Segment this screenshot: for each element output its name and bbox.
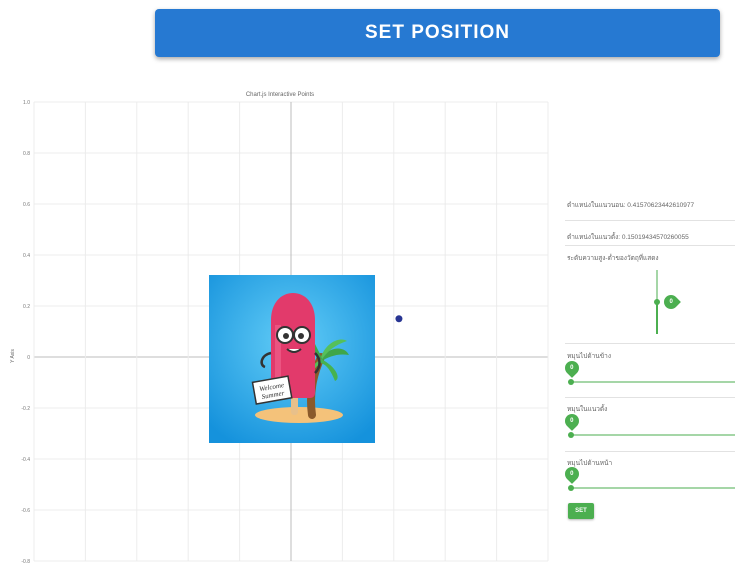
set-position-button[interactable]: SET POSITION (155, 9, 720, 57)
y-tick-label: 1.0 (23, 100, 30, 106)
rotate-side-slider-track[interactable] (570, 381, 735, 383)
rotate-vertical-slider-track[interactable] (570, 434, 735, 436)
summer-popsicle-sticker[interactable]: Welcome Summer (209, 275, 375, 443)
horizontal-position-text: ตำแหน่งในแนวนอน: 0.41570623442610977 (567, 202, 695, 209)
vertical-position-text: ตำแหน่งในแนวตั้ง: 0.15019434570260055 (567, 234, 689, 241)
divider (565, 397, 735, 398)
divider (565, 220, 735, 221)
chart-title: Chart.js Interactive Points (246, 92, 314, 98)
divider (565, 451, 735, 452)
scale-value-bubble: 0 (661, 292, 681, 312)
scatter-point[interactable] (395, 315, 403, 323)
y-tick-label: -0.4 (21, 457, 30, 463)
y-tick-label: -0.8 (21, 559, 30, 565)
y-tick-label: -0.6 (21, 508, 30, 514)
y-tick-label: 0.4 (23, 253, 30, 259)
rotate-side-label: หมุนไปด้านข้าง (567, 353, 611, 360)
rotate-front-slider-track[interactable] (570, 487, 735, 489)
scale-slider-thumb[interactable] (654, 299, 660, 305)
rotate-side-slider-thumb[interactable] (568, 379, 574, 385)
rotate-vertical-slider-thumb[interactable] (568, 432, 574, 438)
scale-slider-fill (656, 302, 658, 334)
set-button[interactable]: SET (568, 503, 594, 519)
y-tick-label: -0.2 (21, 406, 30, 412)
rotate-side-value-bubble: 0 (562, 358, 582, 378)
y-tick-label: 0.2 (23, 304, 30, 310)
y-tick-label: 0.8 (23, 151, 30, 157)
divider (565, 245, 735, 246)
y-axis-label: Y Axis (10, 349, 16, 363)
rotate-front-slider-thumb[interactable] (568, 485, 574, 491)
scale-label: ระดับความสูง-ต่ำของวัตถุที่แสดง (567, 255, 659, 262)
y-tick-label: 0 (27, 355, 30, 361)
rotate-vertical-value-bubble: 0 (562, 411, 582, 431)
rotate-vertical-label: หมุนในแนวตั้ง (567, 406, 608, 413)
divider (565, 343, 735, 344)
y-tick-label: 0.6 (23, 202, 30, 208)
